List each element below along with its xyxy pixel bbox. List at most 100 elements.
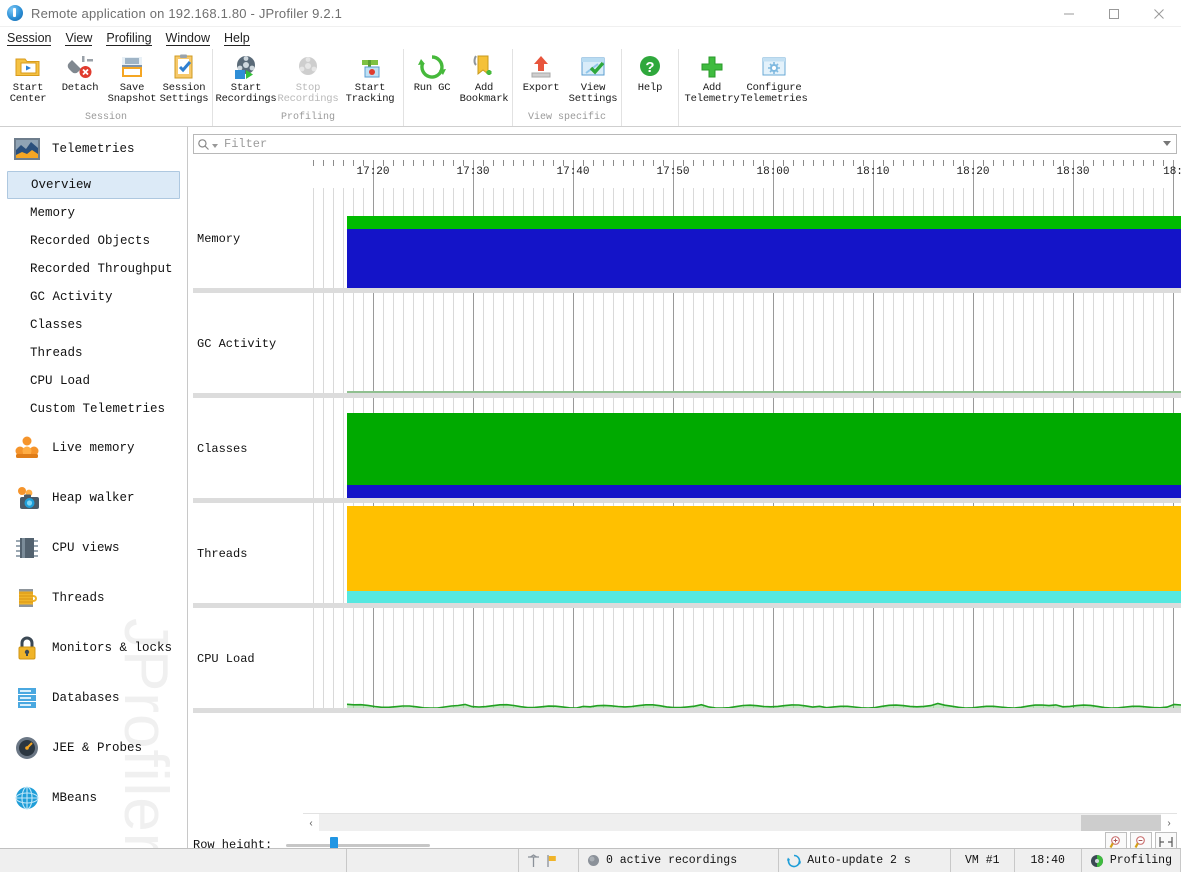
start-center-label-2: Center bbox=[10, 94, 47, 105]
menu-profiling[interactable]: Profiling bbox=[99, 27, 158, 49]
sidebar-item-live-memory[interactable]: Live memory bbox=[0, 423, 187, 473]
status-blank-2 bbox=[347, 849, 519, 872]
sidebar-item-recorded-objects[interactable]: Recorded Objects bbox=[0, 227, 187, 255]
chart-threads-plot[interactable] bbox=[307, 503, 1181, 603]
start-tracking-label-2: Tracking bbox=[346, 94, 395, 105]
grid-line-major bbox=[773, 293, 774, 393]
configure-telemetries-button[interactable]: Configure Telemetries bbox=[743, 49, 805, 105]
sidebar-item-jee-probes[interactable]: JEE & Probes bbox=[0, 723, 187, 773]
sidebar-item-overview[interactable]: Overview bbox=[7, 171, 180, 199]
sidebar-item-heap-walker[interactable]: Heap walker bbox=[0, 473, 187, 523]
axis-minor-tick bbox=[943, 160, 944, 166]
session-settings-button[interactable]: Session Settings bbox=[158, 49, 210, 105]
grid-line-major bbox=[1073, 293, 1074, 393]
filter-input[interactable]: Filter bbox=[224, 137, 267, 151]
stop-recordings-button: Stop Recordings bbox=[277, 49, 339, 105]
sidebar-item-cpu-views[interactable]: CPU views bbox=[0, 523, 187, 573]
chart-gc-plot[interactable] bbox=[307, 293, 1181, 393]
menu-window[interactable]: Window bbox=[159, 27, 217, 49]
horizontal-scrollbar[interactable]: ‹ › bbox=[303, 813, 1177, 831]
grid-line bbox=[453, 293, 454, 393]
start-center-button[interactable]: Start Center bbox=[2, 49, 54, 105]
grid-line bbox=[633, 293, 634, 393]
sidebar-item-gc-activity[interactable]: GC Activity bbox=[0, 283, 187, 311]
grid-line bbox=[753, 293, 754, 393]
view-settings-button[interactable]: View Settings bbox=[567, 49, 619, 105]
flag-icon[interactable] bbox=[546, 854, 558, 868]
scrollbar-thumb[interactable] bbox=[1081, 815, 1161, 831]
minimize-button[interactable] bbox=[1046, 0, 1091, 27]
chart-cpu-plot[interactable] bbox=[307, 608, 1181, 708]
axis-tick-label: 18:20 bbox=[956, 166, 989, 178]
heap-walker-icon bbox=[13, 484, 41, 512]
grid-line bbox=[553, 293, 554, 393]
window-controls bbox=[1046, 0, 1181, 27]
threads-icon bbox=[13, 584, 41, 612]
bookmark-add-icon[interactable] bbox=[527, 854, 540, 868]
run-gc-button[interactable]: Run GC bbox=[406, 49, 458, 94]
sidebar-item-threads[interactable]: Threads bbox=[0, 573, 187, 623]
start-recordings-button[interactable]: Start Recordings bbox=[215, 49, 277, 105]
toolbar-group-gc-label bbox=[406, 112, 510, 126]
axis-minor-tick bbox=[513, 160, 514, 166]
sidebar-item-classes[interactable]: Classes bbox=[0, 311, 187, 339]
menu-session[interactable]: Session bbox=[0, 27, 58, 49]
grid-line bbox=[1143, 293, 1144, 393]
active-recordings-text: 0 active recordings bbox=[606, 854, 737, 867]
grid-line bbox=[1133, 293, 1134, 393]
sidebar-item-monitors-locks[interactable]: Monitors & locks bbox=[0, 623, 187, 673]
axis-minor-tick bbox=[823, 160, 824, 166]
sidebar-item-threads[interactable]: Threads bbox=[0, 339, 187, 367]
grid-line bbox=[653, 293, 654, 393]
scroll-right-button[interactable]: › bbox=[1161, 814, 1177, 832]
status-bookmark-tools[interactable] bbox=[519, 849, 579, 872]
scroll-left-button[interactable]: ‹ bbox=[303, 814, 319, 832]
filter-bar[interactable]: Filter bbox=[193, 134, 1177, 154]
grid-line bbox=[1023, 293, 1024, 393]
maximize-button[interactable] bbox=[1091, 0, 1136, 27]
save-snapshot-button[interactable]: Save Snapshot bbox=[106, 49, 158, 105]
chart-memory-plot[interactable] bbox=[307, 188, 1181, 288]
sidebar-item-overview-label: Overview bbox=[31, 178, 91, 192]
view-settings-label-2: Settings bbox=[569, 94, 618, 105]
stop-recordings-icon bbox=[294, 53, 322, 81]
detach-button[interactable]: Detach bbox=[54, 49, 106, 94]
menu-help[interactable]: Help bbox=[217, 27, 257, 49]
save-snapshot-icon bbox=[118, 53, 146, 81]
help-button[interactable]: ? Help bbox=[624, 49, 676, 94]
chevron-down-icon[interactable] bbox=[1163, 141, 1171, 146]
monitors-locks-icon bbox=[13, 634, 41, 662]
search-icon[interactable] bbox=[194, 138, 212, 151]
toolbar-group-help-label bbox=[624, 112, 676, 126]
axis-minor-tick bbox=[353, 160, 354, 166]
grid-line bbox=[333, 293, 334, 393]
filter-dropdown-arrow-icon[interactable] bbox=[212, 144, 218, 148]
sidebar-item-telemetries[interactable]: Telemetries bbox=[0, 127, 187, 171]
auto-update-text: Auto-update 2 s bbox=[807, 854, 911, 867]
save-snapshot-label-2: Snapshot bbox=[108, 94, 157, 105]
axis-minor-tick bbox=[653, 160, 654, 166]
add-telemetry-button[interactable]: Add Telemetry bbox=[681, 49, 743, 105]
start-tracking-button[interactable]: Start Tracking bbox=[339, 49, 401, 105]
grid-line bbox=[493, 293, 494, 393]
sidebar-item-memory[interactable]: Memory bbox=[0, 199, 187, 227]
grid-line bbox=[933, 293, 934, 393]
sidebar-item-mbeans[interactable]: MBeans bbox=[0, 773, 187, 823]
sidebar-item-recorded-throughput[interactable]: Recorded Throughput bbox=[0, 255, 187, 283]
grid-line bbox=[853, 293, 854, 393]
menu-view[interactable]: View bbox=[58, 27, 99, 49]
axis-minor-tick bbox=[343, 160, 344, 166]
axis-minor-tick bbox=[533, 160, 534, 166]
grid-line bbox=[323, 188, 324, 288]
run-gc-icon bbox=[418, 53, 446, 81]
toolbar-group-help: ? Help bbox=[622, 49, 679, 126]
sidebar-item-cpu-load[interactable]: CPU Load bbox=[0, 367, 187, 395]
chart-classes-plot[interactable] bbox=[307, 398, 1181, 498]
add-bookmark-button[interactable]: Add Bookmark bbox=[458, 49, 510, 105]
grid-line bbox=[1113, 293, 1114, 393]
grid-line bbox=[333, 503, 334, 603]
close-button[interactable] bbox=[1136, 0, 1181, 27]
export-button[interactable]: Export bbox=[515, 49, 567, 94]
sidebar-item-custom-telemetries[interactable]: Custom Telemetries bbox=[0, 395, 187, 423]
sidebar-item-databases[interactable]: Databases bbox=[0, 673, 187, 723]
